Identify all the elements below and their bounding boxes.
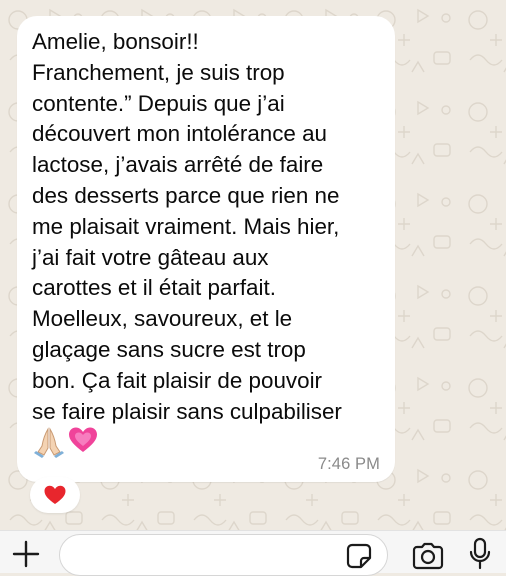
chat-area: Amelie, bonsoir!! Franchement, je suis t… [0,0,506,530]
camera-icon[interactable] [411,542,445,570]
growing-heart-emoji [68,426,98,456]
praying-hands-emoji [32,426,66,459]
incoming-message-bubble[interactable]: Amelie, bonsoir!! Franchement, je suis t… [17,16,395,482]
message-timestamp: 7:46 PM [317,455,380,473]
plus-icon[interactable] [12,540,40,568]
message-input[interactable] [59,534,388,576]
message-text: Amelie, bonsoir!! Franchement, je suis t… [32,29,342,424]
message-input-bar [0,530,506,576]
microphone-icon[interactable] [468,537,492,571]
reaction-badge[interactable] [30,477,80,513]
sticker-icon[interactable] [346,543,372,569]
red-heart-icon [44,485,66,504]
